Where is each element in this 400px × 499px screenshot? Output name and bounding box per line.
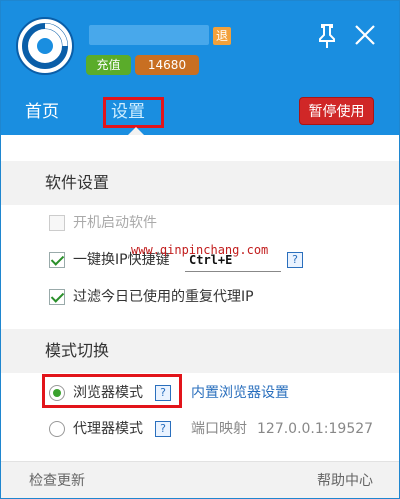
header-bar: 退 充值 14680 首页 设置 暂停使用: [1, 1, 399, 136]
section-title-mode: 模式切换: [1, 329, 399, 373]
tab-home[interactable]: 首页: [25, 99, 59, 125]
settings-panel: 软件设置 开机启动软件 一键换IP快捷键 Ctrl+E ? www.qinpin…: [1, 135, 399, 461]
close-icon[interactable]: [353, 23, 377, 47]
logout-button[interactable]: 退: [213, 27, 231, 45]
section-title-software: 软件设置: [1, 161, 399, 205]
recharge-button[interactable]: 充值: [86, 55, 131, 75]
proxy-mode-radio[interactable]: [49, 421, 65, 437]
check-update-link[interactable]: 检查更新: [29, 470, 85, 490]
footer-bar: 检查更新 帮助中心: [1, 461, 399, 498]
annotation-highlight-settings: [103, 97, 164, 128]
help-icon[interactable]: ?: [287, 252, 303, 268]
annotation-highlight-browser-mode: [42, 374, 182, 408]
username-obscured: [89, 25, 209, 45]
port-mapping-label: 端口映射: [191, 421, 247, 437]
filter-checkbox[interactable]: [49, 289, 65, 305]
autostart-checkbox[interactable]: [49, 215, 65, 231]
help-center-link[interactable]: 帮助中心: [317, 470, 373, 490]
browser-settings-link[interactable]: 内置浏览器设置: [191, 383, 289, 403]
points-badge: 14680: [135, 55, 199, 75]
hotkey-checkbox[interactable]: [49, 252, 65, 268]
app-window: 退 充值 14680 首页 设置 暂停使用 软件设置 开机启动软件 一键换IP快…: [0, 0, 400, 499]
app-logo-icon: [16, 17, 74, 75]
proxy-mode-label: 代理器模式: [73, 421, 143, 437]
pin-icon[interactable]: [316, 23, 338, 49]
autostart-label: 开机启动软件: [73, 215, 157, 231]
help-icon[interactable]: ?: [155, 421, 171, 437]
pause-button[interactable]: 暂停使用: [299, 97, 374, 125]
port-mapping-value: 127.0.0.1:19527: [257, 421, 374, 437]
filter-label: 过滤今日已使用的重复代理IP: [73, 289, 254, 305]
watermark-text: www.qinpinchang.com: [131, 243, 269, 257]
